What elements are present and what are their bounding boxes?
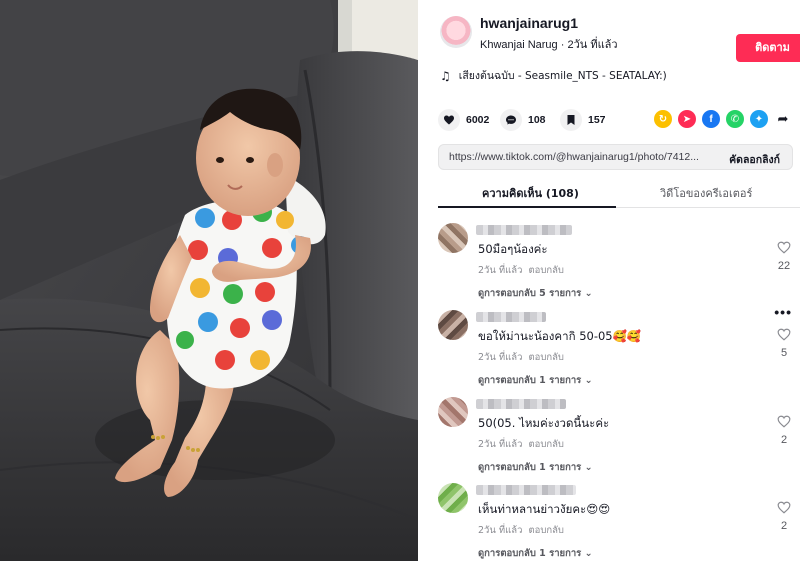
- facebook-icon[interactable]: f: [702, 110, 720, 128]
- author-avatar[interactable]: [440, 16, 472, 48]
- view-replies-button[interactable]: ดูการตอบกลับ 5 รายการ ⌄: [478, 286, 593, 301]
- heart-outline-icon: [777, 501, 791, 514]
- send-icon[interactable]: ➤: [678, 110, 696, 128]
- author-username[interactable]: hwanjainarug1: [480, 15, 578, 31]
- post-photo[interactable]: [0, 0, 418, 561]
- comment-like-count: 22: [777, 260, 791, 272]
- active-tab-indicator: [438, 206, 616, 208]
- panel-tabs: ความคิดเห็น (108) วิดีโอของครีเอเตอร์: [438, 178, 800, 208]
- comment-stat[interactable]: 108: [500, 108, 546, 132]
- author-meta: Khwanjai Narug · 2วัน ที่แล้ว: [480, 35, 618, 53]
- like-stat[interactable]: 6002: [438, 108, 489, 132]
- commenter-avatar[interactable]: [438, 397, 468, 427]
- commenter-avatar[interactable]: [438, 310, 468, 340]
- reply-button[interactable]: ตอบกลับ: [528, 352, 564, 363]
- twitter-icon[interactable]: ✦: [750, 110, 768, 128]
- comment-like-count: 5: [780, 347, 788, 359]
- commenter-name-blurred[interactable]: [476, 225, 572, 235]
- comment-text: ขอให้ม่านะน้องคากิ 50-05🥰🥰: [478, 329, 642, 343]
- post-time: 2วัน ที่แล้ว: [567, 39, 618, 51]
- copy-link-button[interactable]: คัดลอกลิงก์: [729, 151, 780, 168]
- comment-like[interactable]: 5: [776, 328, 792, 359]
- comment-meta: 2วัน ที่แล้ว ตอบกลับ: [478, 437, 564, 452]
- engagement-bar: 6002 108 157 ↻ ➤ f ✆ ✦ ➦: [438, 108, 800, 132]
- tab-comments[interactable]: ความคิดเห็น (108): [482, 184, 579, 202]
- comment-meta: 2วัน ที่แล้ว ตอบกลับ: [478, 523, 564, 538]
- music-link[interactable]: ♫ เสียงต้นฉบับ - Seasmile_NTS - SEATALAY…: [440, 67, 667, 84]
- heart-icon: [438, 109, 460, 131]
- view-replies-button[interactable]: ดูการตอบกลับ 1 รายการ ⌄: [478, 460, 593, 475]
- share-url[interactable]: https://www.tiktok.com/@hwanjainarug1/ph…: [449, 151, 704, 163]
- comment-count: 108: [528, 114, 546, 126]
- baby-on-sofa-image: [0, 0, 418, 561]
- post-detail-panel: hwanjainarug1 Khwanjai Narug · 2วัน ที่แ…: [422, 0, 800, 561]
- tab-creator-videos[interactable]: วิดีโอของครีเอเตอร์: [660, 184, 752, 202]
- heart-outline-icon: [777, 328, 791, 341]
- view-replies-button[interactable]: ดูการตอบกลับ 1 รายการ ⌄: [478, 373, 593, 388]
- reply-button[interactable]: ตอบกลับ: [528, 439, 564, 450]
- repost-icon[interactable]: ↻: [654, 110, 672, 128]
- author-display-name[interactable]: Khwanjai Narug: [480, 39, 558, 51]
- heart-outline-icon: [777, 415, 791, 428]
- heart-outline-icon: [777, 241, 791, 254]
- comment-time: 2วัน ที่แล้ว: [478, 265, 523, 276]
- forward-icon[interactable]: ➦: [774, 110, 792, 128]
- comment-time: 2วัน ที่แล้ว: [478, 352, 523, 363]
- comment-bubble-icon: [500, 109, 522, 131]
- reply-button[interactable]: ตอบกลับ: [528, 525, 564, 536]
- comment-text: 50(05. ไหมค่ะงวดนี้นะค่ะ: [478, 416, 610, 430]
- comment-item: 50มือๆน้องค่ะ 2วัน ที่แล้ว ตอบกลับ ดูการต…: [438, 223, 800, 303]
- comment-item: เห็นท่าหลานย่าวงัยคะ😍😍 2วัน ที่แล้ว ตอบกล…: [438, 483, 800, 561]
- music-note-icon: ♫: [440, 68, 451, 83]
- commenter-avatar[interactable]: [438, 223, 468, 253]
- comment-like[interactable]: 22: [776, 241, 792, 272]
- comment-like-count: 2: [780, 434, 788, 446]
- view-replies-button[interactable]: ดูการตอบกลับ 1 รายการ ⌄: [478, 546, 593, 561]
- save-stat[interactable]: 157: [560, 108, 606, 132]
- more-options-icon[interactable]: •••: [774, 304, 792, 320]
- comment-time: 2วัน ที่แล้ว: [478, 439, 523, 450]
- comment-like-count: 2: [780, 520, 788, 532]
- comment-item: 50(05. ไหมค่ะงวดนี้นะค่ะ 2วัน ที่แล้ว ตอบ…: [438, 397, 800, 477]
- bookmark-icon: [560, 109, 582, 131]
- comment-item: ••• ขอให้ม่านะน้องคากิ 50-05🥰🥰 2วัน ที่แ…: [438, 304, 800, 390]
- reply-button[interactable]: ตอบกลับ: [528, 265, 564, 276]
- author-info: hwanjainarug1 Khwanjai Narug · 2วัน ที่แ…: [440, 14, 800, 62]
- like-count: 6002: [466, 114, 490, 126]
- share-link-box: https://www.tiktok.com/@hwanjainarug1/ph…: [438, 144, 793, 170]
- comment-text: 50มือๆน้องค่ะ: [478, 242, 548, 256]
- comment-like[interactable]: 2: [776, 415, 792, 446]
- comment-like[interactable]: 2: [776, 501, 792, 532]
- follow-button[interactable]: ติดตาม: [736, 34, 800, 62]
- comment-meta: 2วัน ที่แล้ว ตอบกลับ: [478, 263, 564, 278]
- commenter-name-blurred[interactable]: [476, 485, 576, 495]
- save-count: 157: [588, 114, 606, 126]
- whatsapp-icon[interactable]: ✆: [726, 110, 744, 128]
- comment-text: เห็นท่าหลานย่าวงัยคะ😍😍: [478, 502, 611, 516]
- commenter-name-blurred[interactable]: [476, 399, 566, 409]
- commenter-name-blurred[interactable]: [476, 312, 546, 322]
- music-label: เสียงต้นฉบับ - Seasmile_NTS - SEATALAY:): [458, 70, 667, 82]
- comment-meta: 2วัน ที่แล้ว ตอบกลับ: [478, 350, 564, 365]
- comment-time: 2วัน ที่แล้ว: [478, 525, 523, 536]
- commenter-avatar[interactable]: [438, 483, 468, 513]
